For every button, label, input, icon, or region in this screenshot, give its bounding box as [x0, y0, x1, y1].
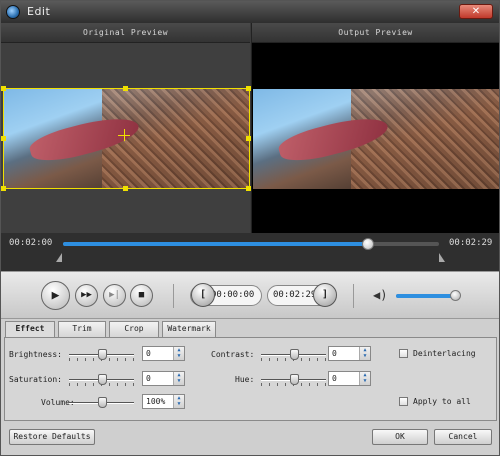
volume-value: 100%: [146, 397, 166, 406]
timeline-bar: 00:02:00 00:02:29: [1, 233, 499, 271]
edit-dialog: Edit ✕ Original Preview Output Preview 0…: [0, 0, 500, 456]
crop-center-crosshair-v: [124, 129, 125, 141]
crop-handle-right[interactable]: [246, 136, 251, 141]
crop-handle-top[interactable]: [123, 86, 128, 91]
brightness-slider-knob[interactable]: [98, 349, 107, 360]
trim-end-marker[interactable]: [439, 253, 445, 262]
ok-button[interactable]: OK: [372, 429, 428, 445]
saturation-value: 0: [146, 374, 151, 383]
fast-forward-icon: ▶▶: [81, 290, 92, 300]
app-logo-icon: [6, 5, 20, 19]
crop-handle-left[interactable]: [1, 136, 6, 141]
stepper-arrows-icon[interactable]: ▲ ▼: [173, 372, 184, 385]
stop-icon: ■: [138, 290, 145, 300]
divider: [173, 284, 174, 308]
play-icon: ▶: [51, 288, 60, 303]
trim-start-marker[interactable]: [56, 253, 62, 262]
restore-defaults-button[interactable]: Restore Defaults: [9, 429, 95, 445]
volume-effect-slider-knob[interactable]: [98, 397, 107, 408]
output-preview-pane: [251, 43, 499, 233]
volume-effect-slider[interactable]: [69, 397, 134, 409]
brightness-value: 0: [146, 349, 151, 358]
stop-button[interactable]: ■: [130, 284, 153, 307]
window-title: Edit: [27, 5, 51, 18]
saturation-slider[interactable]: [69, 374, 134, 386]
volume-thumb[interactable]: [449, 290, 461, 301]
preview-area: Original Preview Output Preview: [1, 23, 499, 233]
timeline-track[interactable]: [63, 238, 439, 250]
brightness-slider[interactable]: [69, 349, 134, 361]
hue-slider-knob[interactable]: [290, 374, 299, 385]
close-button[interactable]: ✕: [459, 4, 493, 19]
divider: [353, 284, 354, 308]
original-preview-header: Original Preview: [1, 23, 250, 43]
volume-level: [396, 294, 455, 298]
tab-watermark[interactable]: Watermark: [162, 321, 216, 337]
stepper-arrows-icon[interactable]: ▲ ▼: [173, 347, 184, 360]
cancel-button[interactable]: Cancel: [434, 429, 492, 445]
tab-crop[interactable]: Crop: [109, 321, 159, 337]
effect-panel: Brightness: 0 ▲ ▼ Contrast: 0 ▲ ▼ Deinterl…: [4, 337, 497, 421]
bracket-left-icon: [: [199, 289, 207, 300]
brightness-label: Brightness:: [9, 350, 62, 359]
brightness-stepper[interactable]: 0 ▲ ▼: [142, 346, 185, 361]
saturation-stepper[interactable]: 0 ▲ ▼: [142, 371, 185, 386]
saturation-label: Saturation:: [9, 375, 62, 384]
total-time: 00:02:29: [449, 238, 493, 248]
stepper-arrows-icon[interactable]: ▲ ▼: [359, 347, 370, 360]
current-time: 00:02:00: [9, 238, 53, 248]
saturation-slider-knob[interactable]: [98, 374, 107, 385]
contrast-slider[interactable]: [261, 349, 326, 361]
apply-to-all-label: Apply to all: [413, 397, 471, 406]
deinterlacing-label: Deinterlacing: [413, 349, 476, 358]
stepper-arrows-icon[interactable]: ▲ ▼: [173, 395, 184, 408]
speaker-icon[interactable]: ◀): [373, 288, 387, 302]
bracket-right-icon: ]: [321, 289, 329, 300]
play-button[interactable]: ▶: [41, 281, 70, 310]
crop-rectangle[interactable]: [3, 88, 250, 189]
contrast-slider-knob[interactable]: [290, 349, 299, 360]
set-end-button[interactable]: ]: [313, 283, 337, 307]
crop-handle-bottom-right[interactable]: [246, 186, 251, 191]
title-bar: Edit ✕: [1, 1, 499, 23]
timeline-progress: [63, 242, 368, 246]
hue-label: Hue:: [235, 375, 255, 384]
fast-forward-button[interactable]: ▶▶: [75, 284, 98, 307]
next-frame-icon: ▶|: [109, 290, 120, 300]
crop-handle-bottom[interactable]: [123, 186, 128, 191]
hue-slider[interactable]: [261, 374, 326, 386]
stepper-arrows-icon[interactable]: ▲ ▼: [359, 372, 370, 385]
contrast-value: 0: [332, 349, 337, 358]
crop-handle-top-right[interactable]: [246, 86, 251, 91]
contrast-label: Contrast:: [211, 350, 255, 359]
deinterlacing-checkbox[interactable]: [399, 349, 408, 358]
hue-value: 0: [332, 374, 337, 383]
timeline-playhead[interactable]: [361, 238, 374, 250]
tab-trim[interactable]: Trim: [58, 321, 106, 337]
next-frame-button[interactable]: ▶|: [103, 284, 126, 307]
crop-handle-bottom-left[interactable]: [1, 186, 6, 191]
contrast-stepper[interactable]: 0 ▲ ▼: [328, 346, 371, 361]
playback-controls: ▶ ▶▶ ▶| ■ 00:00:00 [ 00:02:29 ] ◀): [1, 271, 499, 319]
volume-stepper[interactable]: 100% ▲ ▼: [142, 394, 185, 409]
set-start-button[interactable]: [: [191, 283, 215, 307]
hue-stepper[interactable]: 0 ▲ ▼: [328, 371, 371, 386]
output-preview-header: Output Preview: [251, 23, 499, 43]
volume-slider[interactable]: [396, 290, 461, 301]
tab-effect[interactable]: Effect: [5, 321, 55, 338]
crop-handle-top-left[interactable]: [1, 86, 6, 91]
apply-to-all-checkbox[interactable]: [399, 397, 408, 406]
output-video-frame: [253, 89, 499, 189]
